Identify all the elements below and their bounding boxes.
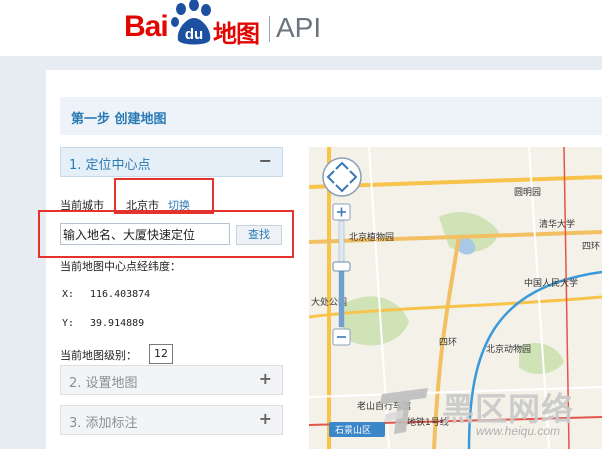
zoom-slider-fill [339,267,344,327]
logo-api-text: API [276,12,322,43]
section-locate-center[interactable]: 1. 定位中心点 − [60,147,283,177]
zoom-in-button[interactable] [332,203,351,221]
map-label: 石景山区 [335,425,371,436]
zoom-out-button[interactable] [332,328,351,346]
header: Bai du 地图 API [0,0,602,56]
map-label: 四环 [439,337,457,348]
collapse-icon[interactable]: − [259,151,272,170]
step-title: 第一步 创建地图 [71,112,167,127]
zoom-slider-handle [332,261,351,272]
x-label: X: [62,289,75,300]
section-label: 2. 设置地图 [69,376,138,391]
section-label: 1. 定位中心点 [69,158,151,173]
watermark-url: www.heiqu.com [476,424,561,438]
logo-cn-text: 地图 [213,20,260,48]
zoom-level-input[interactable]: 12 [149,344,173,364]
map-label: 圆明园 [514,187,541,198]
y-value: 39.914889 [90,318,145,329]
watermark-logo-icon [380,388,428,434]
map-label: 北京动物园 [486,343,531,355]
logo-text: Bai [124,10,169,43]
highlight-box-search [38,210,294,258]
section-label: 3. 添加标注 [69,416,138,431]
map-label: 中国人民大学 [524,277,578,289]
map-label: 四环 [582,241,600,252]
section-map-settings[interactable]: 2. 设置地图 + [60,365,283,395]
y-label: Y: [62,318,75,329]
expand-icon[interactable]: + [259,409,272,428]
x-value: 116.403874 [90,289,151,300]
baidu-paw-logo-icon: du [171,0,211,45]
expand-icon[interactable]: + [259,369,272,388]
logo-divider [269,16,270,42]
logo-du-text: du [185,26,203,43]
map-label: 北京植物园 [349,231,394,243]
coords-heading: 当前地图中心点经纬度： [60,260,181,273]
map-label: 清华大学 [539,218,575,230]
section-add-marker[interactable]: 3. 添加标注 + [60,405,283,435]
zoom-level-label: 当前地图级别： [60,349,137,362]
pan-control[interactable] [322,157,362,197]
highlight-box-city [114,178,214,214]
